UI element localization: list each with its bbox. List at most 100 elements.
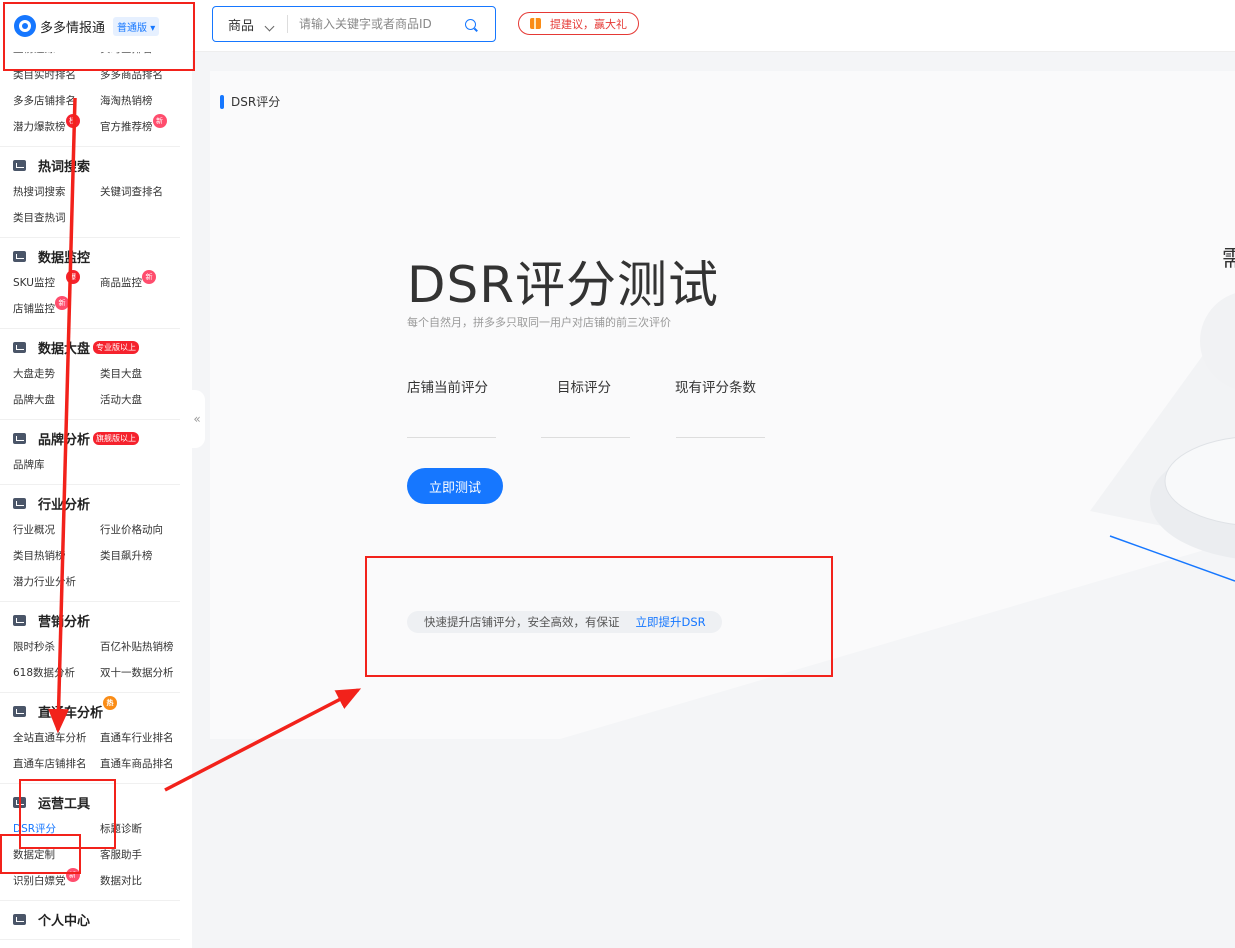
sidebar-item-label: 全站直通车分析 <box>13 732 87 744</box>
menu-group: 营销分析 限时秒杀 百亿补贴热销榜 618数据分析 双十一数据分析 <box>0 602 180 693</box>
sidebar-item-label: 数据对比 <box>100 875 142 887</box>
sidebar-item[interactable]: 关键词查排名 <box>100 179 190 205</box>
sidebar-item-label: 店铺监控 <box>13 303 55 315</box>
sidebar-item[interactable]: 数据对比 <box>100 868 190 894</box>
sidebar-item-label: 直通车商品排名 <box>100 758 174 770</box>
sidebar-item-label: 直通车店铺排名 <box>13 758 87 770</box>
current-score-label: 店铺当前评分 <box>407 380 488 396</box>
sidebar-item[interactable]: 官方推荐榜新 <box>100 114 190 140</box>
top-header: 商品 提建议，赢大礼 <box>192 0 1235 52</box>
search-box: 商品 <box>212 6 496 42</box>
chevron-down-icon <box>264 21 275 31</box>
sidebar-item-label: 品牌大盘 <box>13 394 55 406</box>
sidebar-item-label: 潜力行业分析 <box>13 576 76 588</box>
target-score-label: 目标评分 <box>557 380 611 396</box>
sidebar-item-label: 直通车行业排名 <box>100 732 174 744</box>
sidebar-item[interactable]: 百亿补贴热销榜 <box>100 634 190 660</box>
group-icon <box>13 705 26 717</box>
group-title-text: 数据大盘 <box>38 341 91 357</box>
sidebar-item[interactable]: 活动大盘 <box>100 387 190 413</box>
group-title-text: 行业分析 <box>38 497 91 513</box>
suggest-feedback-button[interactable]: 提建议，赢大礼 <box>518 12 639 35</box>
group-title-text: 数据监控 <box>38 250 91 266</box>
menu-group: 数据大盘 专业版以上大盘走势 类目大盘品牌大盘 活动大盘 <box>0 329 180 420</box>
group-items: 限时秒杀 百亿补贴热销榜 618数据分析 双十一数据分析 <box>0 634 180 686</box>
badge: 新 <box>152 114 167 128</box>
sidebar-item-label: 多多店铺排名 <box>13 95 76 107</box>
group-items: 大盘走势 类目大盘品牌大盘 活动大盘 <box>0 361 180 413</box>
sidebar-item[interactable]: 全站直通车分析 <box>13 725 100 751</box>
search-icon[interactable] <box>465 18 477 30</box>
group-title[interactable]: 直通车分析热 <box>0 696 180 725</box>
sidebar-item[interactable]: 潜力爆款榜榜 <box>13 114 100 140</box>
target-score-input[interactable] <box>541 437 630 438</box>
sidebar-item-label: 商品监控 <box>100 277 142 289</box>
sidebar-item[interactable]: 双十一数据分析 <box>100 660 190 686</box>
sidebar-item-label: 识别白嫖党 <box>13 875 66 887</box>
sidebar-item[interactable]: 潜力行业分析 <box>13 569 100 595</box>
sidebar-item[interactable]: 类目大盘 <box>100 361 190 387</box>
search-divider <box>287 15 289 33</box>
sidebar-item[interactable]: 热搜词搜索 <box>13 179 100 205</box>
sidebar-item-label: SKU监控 <box>13 277 55 289</box>
current-score-input[interactable] <box>407 437 496 438</box>
group-title[interactable]: 行业分析 <box>0 489 180 517</box>
sidebar-item[interactable]: 618数据分析 <box>13 660 100 686</box>
sidebar-item[interactable]: 品牌大盘 <box>13 387 100 413</box>
sidebar-item[interactable]: 品牌库 <box>13 452 100 478</box>
sidebar-item-label: 大盘走势 <box>13 368 55 380</box>
sidebar-item[interactable]: 类目飙升榜 <box>100 543 190 569</box>
badge: 新 <box>142 270 156 284</box>
group-title[interactable]: 个人中心 <box>0 905 180 933</box>
group-icon <box>13 614 26 626</box>
menu-group: 直通车分析热全站直通车分析 直通车行业排名直通车店铺排名 直通车商品排名 <box>0 693 180 784</box>
review-count-input[interactable] <box>676 437 765 438</box>
group-title[interactable]: 热词搜索 <box>0 151 180 179</box>
test-now-button[interactable]: 立即测试 <box>407 468 503 504</box>
section-title-text: DSR评分 <box>231 95 281 109</box>
group-icon <box>13 159 26 171</box>
review-count-label: 现有评分条数 <box>675 380 756 396</box>
sidebar-item[interactable]: 直通车行业排名 <box>100 725 190 751</box>
group-icon <box>13 432 26 444</box>
sidebar-item[interactable]: SKU监控爆 <box>13 270 100 296</box>
sidebar-item[interactable]: 行业概况 <box>13 517 100 543</box>
sidebar-item-label: 类目查热词 <box>13 212 66 224</box>
tier-tag: 旗舰版以上 <box>93 431 140 445</box>
sidebar-item-label: 类目大盘 <box>100 368 142 380</box>
sidebar-item[interactable]: 类目查热词 <box>13 205 100 231</box>
menu-group: 行业分析 行业概况 行业价格动向 类目热销榜 类目飙升榜 潜力行业分析 <box>0 485 180 602</box>
collapse-sidebar-icon[interactable]: « <box>189 390 205 448</box>
sidebar-item-label: 活动大盘 <box>100 394 142 406</box>
sidebar-item-label: 行业概况 <box>13 524 55 536</box>
group-icon <box>13 250 26 262</box>
group-title-text: 营销分析 <box>38 614 91 630</box>
group-title[interactable]: 数据监控 <box>0 242 180 270</box>
tier-tag: 专业版以上 <box>93 340 140 354</box>
sidebar-item[interactable]: 类目热销榜 <box>13 543 100 569</box>
group-title[interactable]: 品牌分析 旗舰版以上 <box>0 424 180 452</box>
sidebar-item-label: 双十一数据分析 <box>100 667 174 679</box>
group-title[interactable]: 数据大盘 专业版以上 <box>0 333 180 361</box>
sidebar-item[interactable]: 海淘热销榜 <box>100 88 190 114</box>
sidebar-item[interactable]: 直通车商品排名 <box>100 751 190 777</box>
group-title[interactable]: 营销分析 <box>0 606 180 634</box>
sidebar-item[interactable]: 商品监控新 <box>100 270 190 296</box>
hero-subtitle: 每个自然月，拼多多只取同一用户对店铺的前三次评价 <box>407 316 671 329</box>
sidebar-item-label: 类目热销榜 <box>13 550 66 562</box>
badge: 爆 <box>65 270 80 284</box>
sidebar-item-label: 618数据分析 <box>13 667 76 679</box>
sidebar-item[interactable]: 限时秒杀 <box>13 634 100 660</box>
sidebar-item[interactable]: 店铺监控新 <box>13 296 100 322</box>
sidebar-item[interactable]: 大盘走势 <box>13 361 100 387</box>
sidebar-item[interactable]: 行业价格动向 <box>100 517 190 543</box>
sidebar-item[interactable]: 多多店铺排名 <box>13 88 100 114</box>
menu-group: 数据监控 SKU监控爆商品监控新店铺监控新 <box>0 238 180 329</box>
search-input[interactable] <box>299 17 460 31</box>
menu-group: 个人中心 <box>0 901 180 940</box>
group-title-text: 品牌分析 <box>38 432 91 448</box>
annotation-box-dsr <box>0 834 81 874</box>
group-items: SKU监控爆商品监控新店铺监控新 <box>0 270 180 322</box>
search-category-select[interactable]: 商品 <box>213 15 275 34</box>
sidebar-item[interactable]: 直通车店铺排名 <box>13 751 100 777</box>
